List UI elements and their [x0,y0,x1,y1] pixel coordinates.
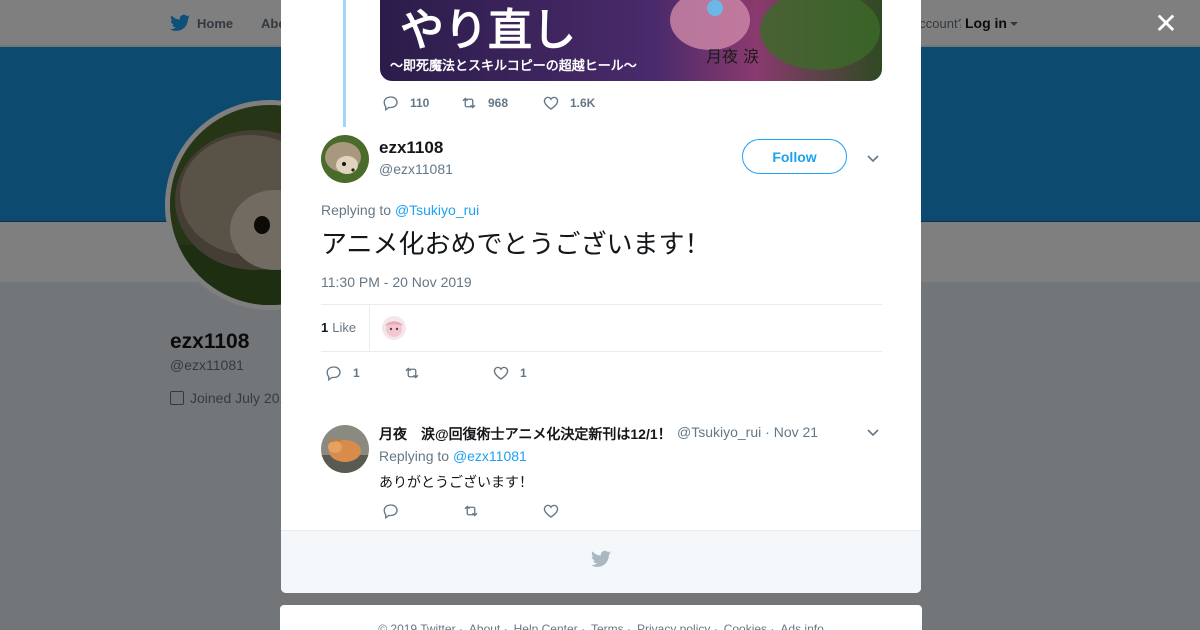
chevron-down-icon [867,155,879,163]
reply-action[interactable]: 1 [325,364,403,382]
retweet-icon [405,367,419,379]
footer-link-ads[interactable]: Ads info [780,622,823,630]
tweet-menu-chevron[interactable] [865,150,881,166]
book-cover-image: やり直し 〜即死魔法とスキルコピーの超越ヒール〜 月夜 涙 [380,0,882,81]
like-action[interactable]: 1.6K [542,94,595,112]
footer-link-cookies[interactable]: Cookies [724,622,775,630]
reply-actions [382,502,570,520]
retweet-action[interactable] [403,364,492,382]
footer-copyright: © 2019 Twitter [378,622,463,630]
footer-link-terms[interactable]: Terms [591,622,631,630]
heart-icon [543,504,559,518]
site-footer: © 2019 Twitter About Help Center Terms P… [280,605,922,630]
reply-author-handle[interactable]: @Tsukiyo_rui [677,424,761,440]
reply-text: ありがとうございます！ [379,474,533,490]
replying-prefix: Replying to [379,448,450,464]
twitter-bird-icon [591,550,611,567]
reply-icon [326,366,341,382]
tweet-modal: やり直し 〜即死魔法とスキルコピーの超越ヒール〜 月夜 涙 110 968 1.… [281,0,921,593]
book-title-text: やり直し [400,5,576,56]
heart-icon [493,366,509,380]
reply-author-name[interactable]: 月夜 涙@回復術士アニメ化決定新刊は12/1！ [379,424,672,444]
reply-meta: @Tsukiyo_rui · Nov 21 [677,424,819,440]
like-count: 1.6K [570,96,596,110]
reply-count: 1 [353,366,360,380]
hedgehog-avatar-image [321,135,369,183]
close-icon[interactable]: ✕ [1154,10,1178,38]
like-action[interactable] [542,502,570,520]
likes-stat-label: Like [332,320,357,335]
tweet-text: アニメ化おめでとうございます！ [321,229,711,259]
previous-tweet-image[interactable]: やり直し 〜即死魔法とスキルコピーの超越ヒール〜 月夜 涙 [380,0,882,81]
anime-avatar-image [382,316,406,340]
tweet-timestamp[interactable]: 11:30 PM - 20 Nov 2019 [321,274,472,290]
likes-stat[interactable]: 1 Like [321,320,356,335]
footer-link-privacy[interactable]: Privacy policy [637,622,718,630]
book-subtitle-text: 〜即死魔法とスキルコピーの超越ヒール〜 [390,58,637,74]
reply-author-avatar[interactable] [321,425,369,473]
replying-to-link[interactable]: @Tsukiyo_rui [395,202,479,218]
heart-icon [543,96,559,110]
reply-icon [383,96,398,112]
footer-link-help[interactable]: Help Center [514,622,585,630]
retweet-icon [462,97,476,109]
replying-to-line: Replying to @Tsukiyo_rui [321,202,479,218]
retweet-action[interactable] [462,502,542,520]
replying-to-link[interactable]: @ezx11081 [453,448,527,464]
reply-menu-chevron[interactable] [865,424,881,440]
tweet-author-handle[interactable]: @ezx11081 [379,161,453,177]
reply-date[interactable]: Nov 21 [774,424,818,440]
tweet-author-name[interactable]: ezx1108 [379,138,443,158]
book-author-text: 月夜 涙 [706,47,759,66]
chevron-down-icon [867,429,879,437]
tweet-actions: 1 1 [325,364,527,382]
previous-tweet-actions: 110 968 1.6K [382,94,595,112]
thread-connector-line [343,0,346,127]
reply-replying-to-line: Replying to @ezx11081 [379,448,527,464]
modal-footer [281,530,921,593]
follow-button[interactable]: Follow [742,139,847,174]
reply-count: 110 [410,96,430,110]
like-count: 1 [520,366,527,380]
retweet-action[interactable]: 968 [460,94,542,112]
reply-icon [383,504,398,520]
liker-avatar[interactable] [382,316,406,340]
retweet-icon [464,505,478,517]
retweet-count: 968 [488,96,509,110]
likes-stat-count: 1 [321,320,329,335]
replying-prefix: Replying to [321,202,392,218]
footer-link-about[interactable]: About [469,622,508,630]
tweet-stats: 1 Like [321,304,882,352]
footer-links: © 2019 Twitter About Help Center Terms P… [280,605,922,630]
tweet-author-avatar[interactable] [321,135,369,183]
reply-action[interactable] [382,502,462,520]
reply-action[interactable]: 110 [382,94,460,112]
like-action[interactable]: 1 [492,364,527,382]
stats-divider [369,305,370,351]
cat-avatar-image [321,425,369,473]
